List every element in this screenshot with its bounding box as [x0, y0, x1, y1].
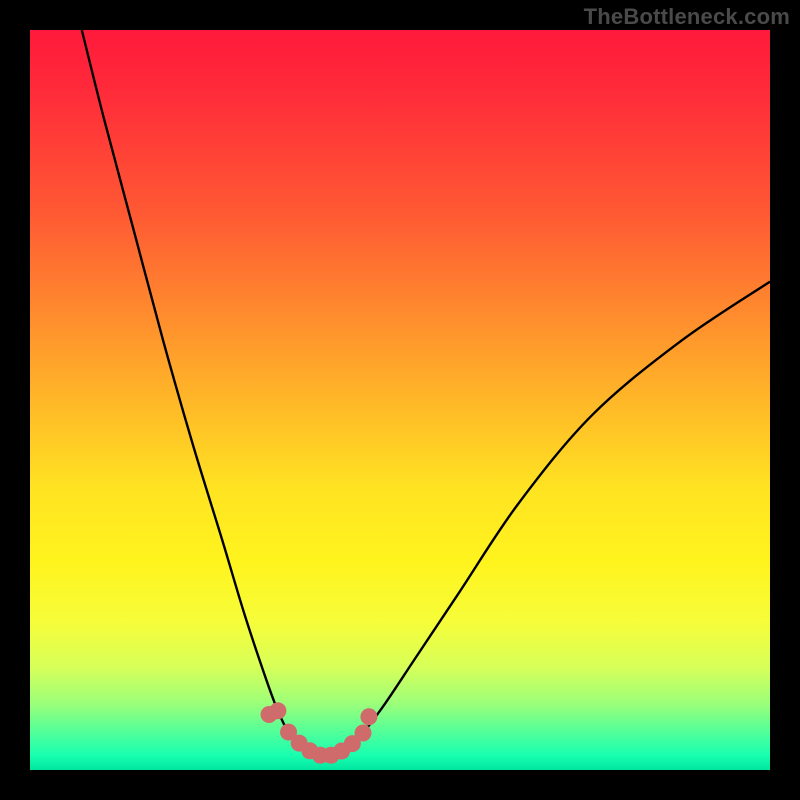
flat-zone-markers [261, 702, 378, 763]
bottleneck-curve [82, 30, 770, 756]
chart-frame: TheBottleneck.com [0, 0, 800, 800]
watermark-text: TheBottleneck.com [584, 4, 790, 30]
flat-zone-dot [360, 708, 377, 725]
flat-zone-dot [355, 725, 372, 742]
flat-zone-dot [261, 706, 278, 723]
curve-svg [30, 30, 770, 770]
plot-area [30, 30, 770, 770]
